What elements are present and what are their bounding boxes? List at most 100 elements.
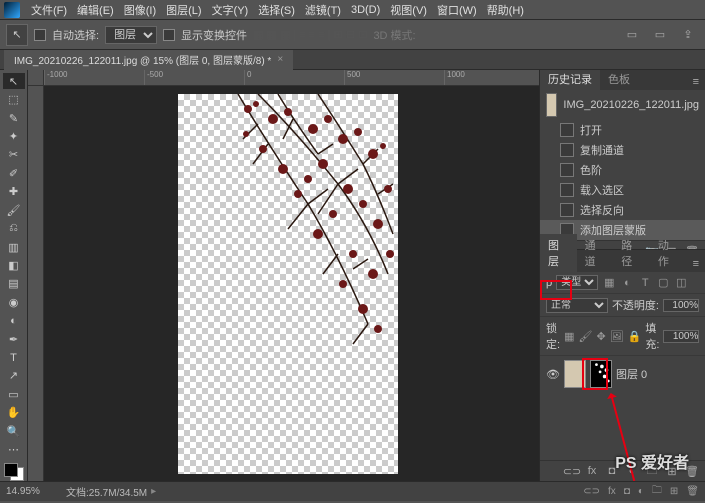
history-panel: 历史记录 色板 ≡ IMG_20210226_122011.jpg 打开 复制通… (540, 70, 705, 250)
eraser-tool[interactable]: ◧ (3, 257, 25, 273)
zoom-level[interactable]: 14.95% (6, 486, 66, 497)
menu-window[interactable]: 窗口(W) (432, 0, 482, 20)
history-item-levels[interactable]: 色阶 (540, 160, 705, 180)
history-brush-tool[interactable]: ▥ (3, 239, 25, 255)
blur-tool[interactable]: ◉ (3, 294, 25, 310)
footer-trash-icon[interactable]: 🗑 (686, 486, 699, 497)
type-tool[interactable]: T (3, 349, 25, 365)
footer-new-icon[interactable]: ⊞ (670, 486, 678, 497)
menu-filter[interactable]: 滤镜(T) (300, 0, 346, 20)
lock-trans-icon[interactable]: ▦ (564, 329, 574, 343)
layers-menu-icon[interactable]: ≡ (687, 256, 705, 272)
menu-image[interactable]: 图像(I) (119, 0, 161, 20)
menu-bar: 文件(F) 编辑(E) 图像(I) 图层(L) 文字(Y) 选择(S) 滤镜(T… (0, 0, 705, 20)
footer-mask-icon[interactable]: ◘ (624, 486, 630, 497)
tab-swatches[interactable]: 色板 (600, 70, 638, 90)
lock-pos-icon[interactable]: ✥ (596, 329, 605, 343)
link-icon[interactable]: ⊂⊃ (565, 464, 579, 478)
auto-select-dropdown[interactable]: 图层 (105, 26, 157, 44)
layers-panel: 图层 通道 路径 动作 ≡ ρ 类型 ▦ ◐ T ▢ ◫ 正常 不透明度: (540, 250, 705, 481)
share-icon[interactable]: ⇪ (677, 24, 699, 46)
color-swatch[interactable] (4, 463, 24, 481)
tab-history[interactable]: 历史记录 (540, 70, 600, 90)
layer-row[interactable]: 👁 图层 0 (540, 356, 705, 392)
lock-nest-icon[interactable]: 🖼 (610, 329, 624, 343)
hand-tool[interactable]: ✋ (3, 405, 25, 421)
brush-tool[interactable]: 🖌 (3, 202, 25, 218)
lock-all-icon[interactable]: 🔒 (628, 329, 642, 343)
panel-icon-2[interactable]: ▭ (649, 24, 671, 46)
tab-paths[interactable]: 路径 (613, 234, 650, 272)
menu-type[interactable]: 文字(Y) (207, 0, 254, 20)
layer-thumbnail[interactable] (564, 360, 586, 388)
auto-select-label: 自动选择: (52, 27, 99, 43)
canvas[interactable] (178, 94, 398, 474)
close-tab-icon[interactable]: × (277, 54, 283, 65)
heal-tool[interactable]: ✚ (3, 184, 25, 200)
visibility-icon[interactable]: 👁 (546, 368, 560, 381)
doc-size: 文档:25.7M/34.5M (66, 484, 147, 499)
tab-layers[interactable]: 图层 (540, 234, 577, 272)
history-filename: IMG_20210226_122011.jpg (563, 99, 699, 111)
move-tool-icon[interactable]: ↖ (6, 24, 28, 46)
filter-shape-icon[interactable]: ▢ (656, 276, 670, 290)
panel-menu-icon[interactable]: ≡ (687, 74, 705, 90)
lock-label: 锁定: (546, 320, 560, 352)
layer-name[interactable]: 图层 0 (616, 366, 647, 382)
lock-pixel-icon[interactable]: 🖌 (578, 329, 592, 343)
wand-tool[interactable]: ✦ (3, 128, 25, 144)
eyedropper-tool[interactable]: ✐ (3, 165, 25, 181)
menu-file[interactable]: 文件(F) (26, 0, 72, 20)
move-tool[interactable]: ↖ (3, 73, 25, 89)
menu-3d[interactable]: 3D(D) (346, 2, 385, 18)
menu-select[interactable]: 选择(S) (253, 0, 300, 20)
tab-actions[interactable]: 动作 (650, 234, 687, 272)
crop-tool[interactable]: ✂ (3, 147, 25, 163)
gradient-tool[interactable]: ▤ (3, 276, 25, 292)
fx-icon[interactable]: fx (585, 464, 599, 478)
status-menu-arrow[interactable]: ▸ (151, 486, 156, 497)
history-item-load-sel[interactable]: 载入选区 (540, 180, 705, 200)
panel-icon-1[interactable]: ▭ (621, 24, 643, 46)
filter-type-icon[interactable]: T (638, 276, 652, 290)
history-source[interactable]: IMG_20210226_122011.jpg (540, 90, 705, 120)
filter-img-icon[interactable]: ▦ (602, 276, 616, 290)
footer-fx-icon[interactable]: fx (608, 486, 616, 497)
menu-layer[interactable]: 图层(L) (161, 0, 206, 20)
footer-adj-icon[interactable]: ◐ (638, 486, 644, 497)
canvas-area[interactable]: -1000-500050010001500200025003000 (28, 70, 539, 481)
layer-kind-dropdown[interactable]: 类型 (556, 275, 598, 290)
mode-3d-label: 3D 模式: (373, 27, 415, 43)
document-tab[interactable]: IMG_20210226_122011.jpg @ 15% (图层 0, 图层蒙… (4, 50, 293, 70)
fill-label: 填充: (645, 320, 659, 352)
history-item-open[interactable]: 打开 (540, 120, 705, 140)
fg-color[interactable] (4, 463, 18, 477)
footer-group-icon[interactable]: 🗀 (652, 483, 662, 500)
history-item-inverse[interactable]: 选择反向 (540, 200, 705, 220)
opacity-input[interactable] (663, 299, 699, 312)
menu-edit[interactable]: 编辑(E) (72, 0, 119, 20)
fill-input[interactable] (663, 330, 699, 343)
show-controls-checkbox[interactable] (163, 29, 175, 41)
path-tool[interactable]: ↗ (3, 368, 25, 384)
filter-adj-icon[interactable]: ◐ (620, 276, 634, 290)
filter-smart-icon[interactable]: ◫ (674, 276, 688, 290)
menu-help[interactable]: 帮助(H) (482, 0, 529, 20)
dodge-tool[interactable]: ◐ (3, 312, 25, 328)
footer-link-icon[interactable]: ⊂⊃ (583, 486, 600, 497)
layer-list[interactable]: 👁 图层 0 添加图层蒙版 (540, 356, 705, 460)
marquee-tool[interactable]: ⬚ (3, 91, 25, 107)
layer-mask-thumbnail[interactable] (590, 360, 612, 388)
pen-tool[interactable]: ✒ (3, 331, 25, 347)
history-item-dup-channel[interactable]: 复制通道 (540, 140, 705, 160)
shape-tool[interactable]: ▭ (3, 386, 25, 402)
auto-select-checkbox[interactable] (34, 29, 46, 41)
blend-mode-dropdown[interactable]: 正常 (546, 298, 608, 313)
watermark: PS 爱好者 (615, 449, 689, 473)
tab-channels[interactable]: 通道 (577, 234, 614, 272)
stamp-tool[interactable]: ⎌ (3, 220, 25, 236)
edit-toolbar[interactable]: ⋯ (3, 441, 25, 457)
lasso-tool[interactable]: ✎ (3, 110, 25, 126)
zoom-tool[interactable]: 🔍 (3, 423, 25, 439)
menu-view[interactable]: 视图(V) (385, 0, 432, 20)
